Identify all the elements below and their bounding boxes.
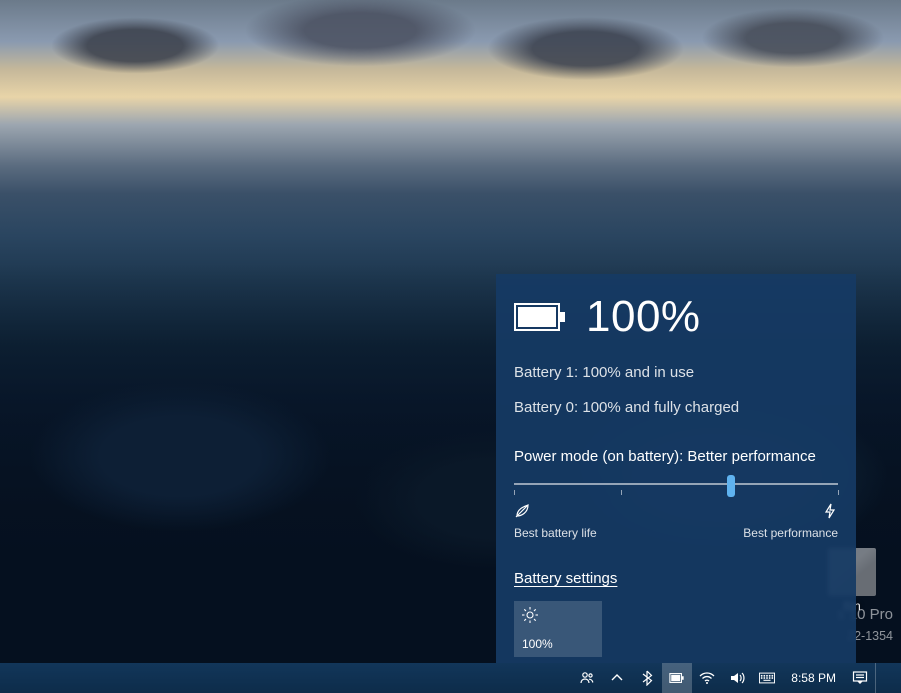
show-desktop-button[interactable] [875,663,901,693]
volume-icon [729,670,745,686]
battery-flyout: 100% Battery 1: 100% and in use Battery … [496,274,856,663]
taskbar: 8:58 PM [0,663,901,693]
tray-overflow[interactable] [602,663,632,693]
battery-settings-link[interactable]: Battery settings [514,570,617,587]
brightness-tile[interactable]: 100% [514,601,602,657]
brightness-value: 100% [522,637,594,651]
battery-0-status: Battery 0: 100% and fully charged [514,399,838,416]
bolt-icon [822,503,838,522]
chevron-up-icon [609,670,625,686]
tray-notifications[interactable] [845,663,875,693]
system-tray: 8:58 PM [572,663,901,693]
battery-large-icon [514,303,566,331]
battery-icon [669,670,685,686]
bluetooth-icon [639,670,655,686]
wifi-icon [699,670,715,686]
leaf-icon [514,503,597,522]
slider-tick [621,490,622,495]
tray-clock[interactable]: 8:58 PM [782,663,845,693]
tray-ime[interactable] [752,663,782,693]
tray-people[interactable] [572,663,602,693]
slider-track [514,483,838,485]
slider-tick [514,490,515,495]
notification-icon [852,670,868,686]
tray-battery[interactable] [662,663,692,693]
tray-bluetooth[interactable] [632,663,662,693]
slider-thumb[interactable] [727,475,735,497]
slider-tick [838,490,839,495]
power-mode-slider[interactable] [514,475,838,495]
tray-wifi[interactable] [692,663,722,693]
battery-percentage: 100% [586,292,701,342]
brightness-icon [522,607,594,626]
slider-min-group: Best battery life [514,503,597,540]
slider-max-label: Best performance [743,526,838,540]
people-icon [579,670,595,686]
battery-1-status: Battery 1: 100% and in use [514,364,838,381]
slider-min-label: Best battery life [514,526,597,540]
power-mode-label: Power mode (on battery): Better performa… [514,448,838,465]
keyboard-icon [759,670,775,686]
slider-max-group: Best performance [743,503,838,540]
tray-volume[interactable] [722,663,752,693]
